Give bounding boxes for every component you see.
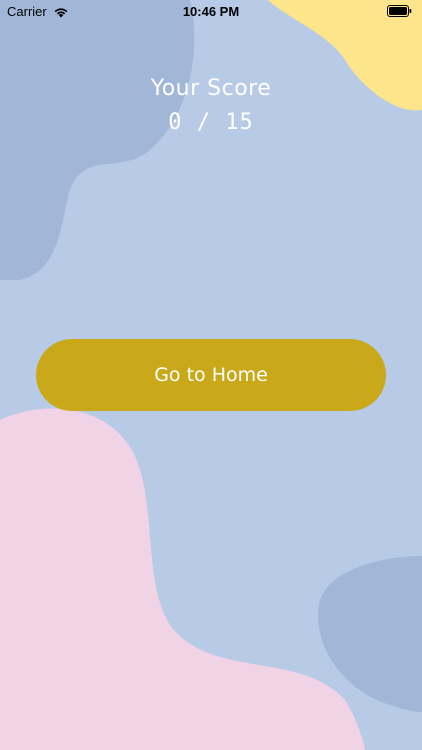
- score-screen: Carrier 10:46 PM Your Score 0 / 15 Go to…: [0, 0, 422, 750]
- blob-top-left: [0, 0, 195, 280]
- blob-bottom-right: [318, 556, 422, 712]
- score-value: 0 / 15: [168, 110, 254, 135]
- go-home-button[interactable]: Go to Home: [36, 339, 386, 411]
- blob-bottom-left: [0, 408, 365, 750]
- status-time: 10:46 PM: [182, 4, 240, 19]
- status-bar: Carrier 10:46 PM: [0, 0, 422, 22]
- score-label: Your Score: [150, 76, 272, 101]
- battery-icon: [387, 5, 412, 17]
- go-home-button-label: Go to Home: [154, 364, 268, 386]
